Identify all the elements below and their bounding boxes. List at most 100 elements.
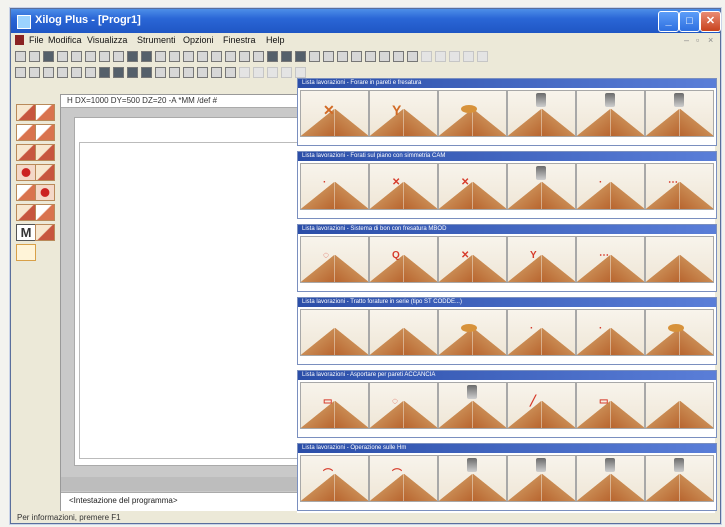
toolbar-button-icon[interactable] xyxy=(477,51,488,62)
operation-thumbnail[interactable]: ⋯ xyxy=(645,163,714,210)
tool-edge-icon[interactable] xyxy=(35,204,55,221)
program-editor[interactable]: H DX=1000 DY=500 DZ=20 -A *MM /def # <In… xyxy=(60,94,310,511)
mdi-minimize-icon[interactable]: – xyxy=(684,35,689,45)
panel-title-bar[interactable]: Lista lavorazioni - Tratto forature in s… xyxy=(298,298,716,307)
operation-thumbnail[interactable] xyxy=(645,236,714,283)
tool-routing-icon[interactable] xyxy=(16,144,36,161)
operation-thumbnail[interactable]: ✕ xyxy=(438,163,507,210)
operation-thumbnail[interactable]: ✕ xyxy=(369,163,438,210)
toolbar-button-icon[interactable] xyxy=(99,67,110,78)
tool-arc-icon[interactable] xyxy=(35,164,55,181)
tool-hole-icon[interactable] xyxy=(35,184,55,201)
operation-thumbnail[interactable] xyxy=(438,309,507,356)
toolbar-button-icon[interactable] xyxy=(113,51,124,62)
toolbar-button-icon[interactable] xyxy=(337,51,348,62)
operation-thumbnail[interactable] xyxy=(369,309,438,356)
operation-thumbnail[interactable] xyxy=(645,309,714,356)
toolbar-button-icon[interactable] xyxy=(295,67,306,78)
operation-thumbnail[interactable] xyxy=(438,90,507,137)
toolbar-button-icon[interactable] xyxy=(71,51,82,62)
operation-thumbnail[interactable]: Y xyxy=(507,236,576,283)
toolbar-button-icon[interactable] xyxy=(71,67,82,78)
toolbar-button-icon[interactable] xyxy=(435,51,446,62)
toolbar-button-icon[interactable] xyxy=(113,67,124,78)
toolbar-button-icon[interactable] xyxy=(169,51,180,62)
toolbar-button-icon[interactable] xyxy=(379,51,390,62)
toolbar-button-icon[interactable] xyxy=(57,51,68,62)
operation-thumbnail[interactable] xyxy=(645,382,714,429)
toolbar-button-icon[interactable] xyxy=(351,51,362,62)
toolbar-button-icon[interactable] xyxy=(29,51,40,62)
panel-title-bar[interactable]: Lista lavorazioni - Forati sul piano con… xyxy=(298,152,716,161)
toolbar-button-icon[interactable] xyxy=(309,51,320,62)
toolbar-button-icon[interactable] xyxy=(57,67,68,78)
operation-thumbnail[interactable]: · xyxy=(576,309,645,356)
toolbar-button-icon[interactable] xyxy=(323,51,334,62)
toolbar-button-icon[interactable] xyxy=(197,51,208,62)
menu-finestra[interactable]: Finestra xyxy=(223,35,256,45)
menu-opzioni[interactable]: Opzioni xyxy=(183,35,214,45)
mdi-restore-icon[interactable]: ▫ xyxy=(696,35,699,45)
toolbar-button-icon[interactable] xyxy=(211,67,222,78)
tool-cut-icon[interactable] xyxy=(16,204,36,221)
tool-circle-icon[interactable] xyxy=(16,164,36,181)
operation-thumbnail[interactable]: ◌ xyxy=(369,382,438,429)
operation-thumbnail[interactable] xyxy=(645,455,714,502)
operation-thumbnail[interactable] xyxy=(300,309,369,356)
minimize-icon[interactable]: _ xyxy=(658,11,679,32)
operation-thumbnail[interactable] xyxy=(507,163,576,210)
tool-macro-icon[interactable]: M xyxy=(16,224,36,241)
toolbar-button-icon[interactable] xyxy=(281,67,292,78)
maximize-icon[interactable]: □ xyxy=(679,11,700,32)
toolbar-button-icon[interactable] xyxy=(295,51,306,62)
toolbar-button-icon[interactable] xyxy=(85,51,96,62)
operation-thumbnail[interactable]: Y xyxy=(369,90,438,137)
program-intestazione[interactable]: <Intestazione del programma> xyxy=(61,492,309,511)
toolbar-button-icon[interactable] xyxy=(43,67,54,78)
toolbar-button-icon[interactable] xyxy=(197,67,208,78)
operation-thumbnail[interactable]: ▭ xyxy=(300,382,369,429)
operation-thumbnail[interactable]: ⌒ xyxy=(369,455,438,502)
menu-modifica[interactable]: Modifica xyxy=(48,35,82,45)
panel-title-bar[interactable]: Lista lavorazioni - Asportare per pareti… xyxy=(298,371,716,380)
toolbar-button-icon[interactable] xyxy=(15,51,26,62)
operation-thumbnail[interactable] xyxy=(507,455,576,502)
program-header-line[interactable]: H DX=1000 DY=500 DZ=20 -A *MM /def # xyxy=(61,95,309,108)
toolbar-button-icon[interactable] xyxy=(407,51,418,62)
panel-title-bar[interactable]: Lista lavorazioni - Forare in pareti e f… xyxy=(298,79,716,88)
panel-title-bar[interactable]: Lista lavorazioni - Sistema di bon con f… xyxy=(298,225,716,234)
tool-drill-icon[interactable] xyxy=(35,104,55,121)
toolbar-button-icon[interactable] xyxy=(155,67,166,78)
toolbar-button-icon[interactable] xyxy=(141,51,152,62)
toolbar-button-icon[interactable] xyxy=(267,51,278,62)
toolbar-button-icon[interactable] xyxy=(155,51,166,62)
operation-thumbnail[interactable]: · xyxy=(300,163,369,210)
operation-thumbnail[interactable]: ⌒ xyxy=(300,455,369,502)
toolbar-button-icon[interactable] xyxy=(393,51,404,62)
toolbar-button-icon[interactable] xyxy=(169,67,180,78)
operation-thumbnail[interactable]: · xyxy=(507,309,576,356)
panel-title-bar[interactable]: Lista lavorazioni - Operazione sulle Hm xyxy=(298,444,716,453)
operation-thumbnail[interactable]: ╱ xyxy=(507,382,576,429)
menu-visualizza[interactable]: Visualizza xyxy=(87,35,127,45)
toolbar-button-icon[interactable] xyxy=(127,67,138,78)
operation-thumbnail[interactable] xyxy=(576,455,645,502)
tool-vertical-drill-icon[interactable] xyxy=(16,124,36,141)
operation-thumbnail[interactable]: · xyxy=(576,163,645,210)
operation-thumbnail[interactable] xyxy=(645,90,714,137)
toolbar-button-icon[interactable] xyxy=(421,51,432,62)
operation-thumbnail[interactable]: ◌ xyxy=(300,236,369,283)
mdi-close-icon[interactable]: × xyxy=(708,35,713,45)
toolbar-button-icon[interactable] xyxy=(449,51,460,62)
toolbar-button-icon[interactable] xyxy=(239,67,250,78)
toolbar-button-icon[interactable] xyxy=(253,51,264,62)
operation-thumbnail[interactable]: ⋯ xyxy=(576,236,645,283)
toolbar-button-icon[interactable] xyxy=(183,67,194,78)
toolbar-button-icon[interactable] xyxy=(281,51,292,62)
toolbar-button-icon[interactable] xyxy=(15,67,26,78)
tool-pocket-icon[interactable] xyxy=(16,184,36,201)
toolbar-button-icon[interactable] xyxy=(225,67,236,78)
toolbar-button-icon[interactable] xyxy=(85,67,96,78)
toolbar-button-icon[interactable] xyxy=(43,51,54,62)
operation-thumbnail[interactable]: ✕ xyxy=(300,90,369,137)
